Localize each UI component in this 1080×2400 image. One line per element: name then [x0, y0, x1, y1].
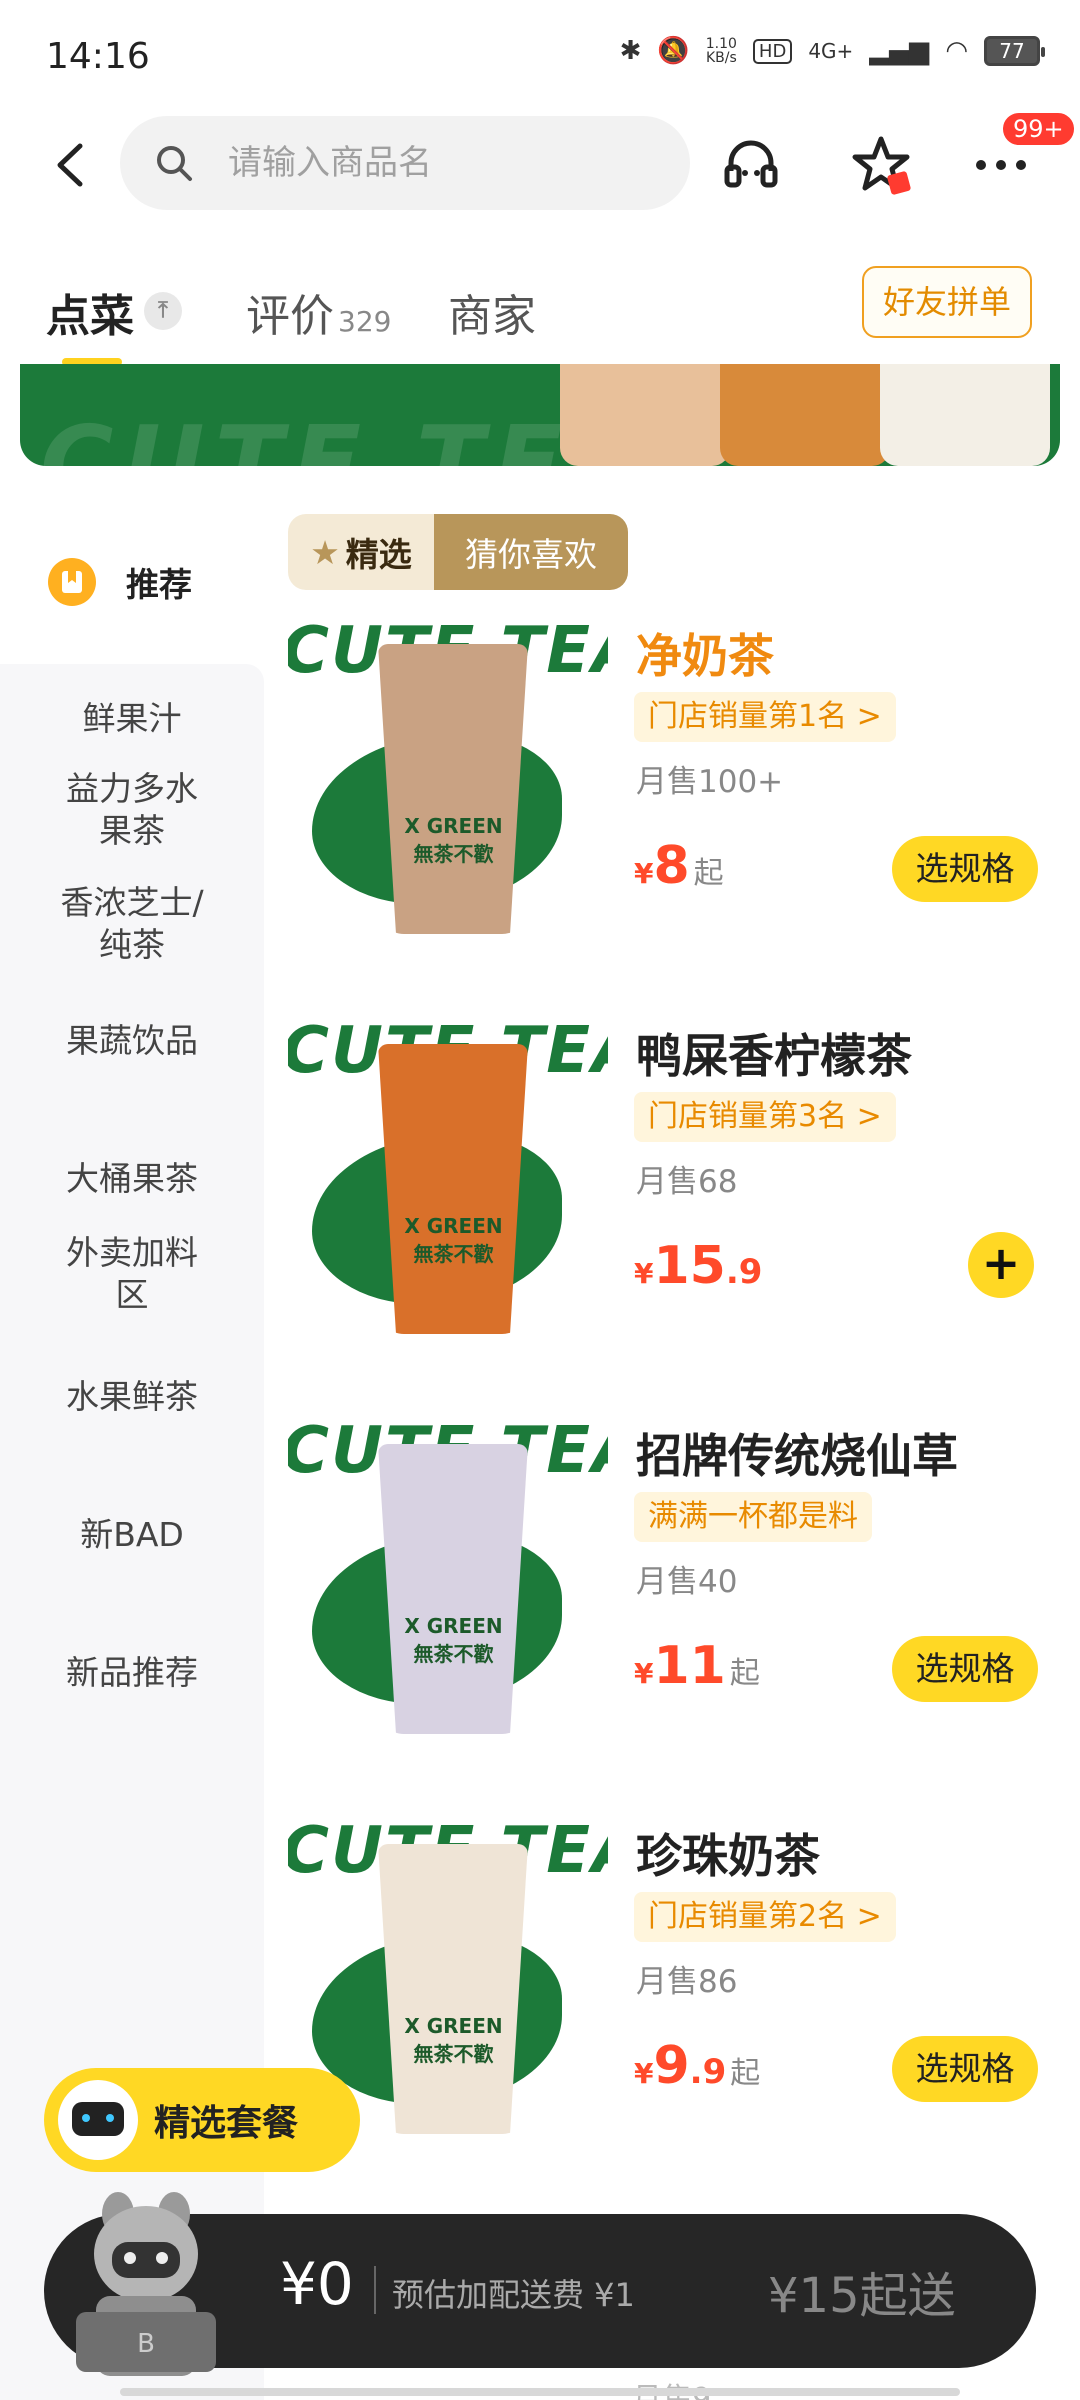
cup-label: X GREEN 無茶不歡: [404, 1214, 503, 1266]
product-tag[interactable]: 门店销量第2名 >: [634, 1892, 896, 1942]
product-name: 珍珠奶茶: [636, 1829, 820, 1883]
cup-shape: [378, 1844, 528, 2134]
robot-icon: [58, 2080, 138, 2160]
promo-banner[interactable]: CUTE TEA: [20, 364, 1060, 466]
customer-service-icon: [724, 140, 778, 188]
cup-label: X GREEN 無茶不歡: [404, 1614, 503, 1666]
combo-button[interactable]: 精选套餐: [44, 2068, 360, 2172]
delivery-fee: 预估加配送费 ¥1: [392, 2276, 635, 2314]
cup-shape: [378, 1444, 528, 1734]
product-card[interactable]: CUTE TEA X GREEN無茶不歡 珍珠奶茶 门店销量第2名 > 月售86…: [288, 1814, 1058, 2214]
battery-icon: 77: [984, 36, 1045, 66]
sidebar-item[interactable]: 益力多水 果茶: [0, 768, 264, 852]
friend-order-button[interactable]: 好友拼单: [862, 266, 1032, 338]
product-sold: 月售100+: [636, 764, 784, 800]
select-spec-button[interactable]: 选规格: [892, 2036, 1038, 2102]
recommend-icon: [48, 558, 96, 606]
product-card[interactable]: CUTE TEA X GREEN無茶不歡 净奶茶 门店销量第1名 > 月售100…: [288, 614, 1058, 1014]
cart-total: ¥0: [280, 2250, 354, 2318]
sidebar-item-recommend[interactable]: 推荐: [0, 500, 264, 664]
select-spec-button[interactable]: 选规格: [892, 836, 1038, 902]
cup-label: X GREEN 無茶不歡: [404, 2014, 503, 2066]
select-spec-button[interactable]: 选规格: [892, 1636, 1038, 1702]
min-order: ¥15起送: [768, 2268, 956, 2324]
sidebar-item[interactable]: 鲜果汁: [0, 698, 264, 740]
combo-label: 精选套餐: [154, 2103, 299, 2144]
product-price: ¥15.9: [634, 1236, 763, 1296]
status-time: 14:16: [46, 36, 150, 77]
back-icon: [57, 143, 83, 187]
tab-merchant[interactable]: 商家: [448, 280, 536, 344]
product-price: ¥11 起: [634, 1636, 760, 1696]
sidebar-item[interactable]: 新BAD: [0, 1514, 264, 1556]
cup-shape: [378, 1044, 528, 1334]
banner-cup-image: [560, 364, 730, 466]
mute-icon: 🔕: [657, 36, 690, 66]
wifi-icon: ◠: [945, 36, 968, 66]
sidebar-item[interactable]: 外卖加料区: [0, 1232, 264, 1316]
banner-cup-image: [880, 364, 1050, 466]
back-button[interactable]: [50, 140, 100, 190]
sidebar-item[interactable]: 果蔬饮品: [0, 1020, 264, 1062]
customer-service-button[interactable]: [716, 130, 786, 200]
product-tag[interactable]: 门店销量第1名 >: [634, 692, 896, 742]
product-image[interactable]: CUTE TEA X GREEN無茶不歡: [288, 614, 608, 934]
product-card[interactable]: CUTE TEA X GREEN無茶不歡 鸭屎香柠檬茶 门店销量第3名 > 月售…: [288, 1014, 1058, 1414]
star-icon: ★: [310, 532, 340, 572]
product-name: 招牌传统烧仙草: [636, 1429, 958, 1483]
product-card[interactable]: CUTE TEA X GREEN無茶不歡 招牌传统烧仙草 满满一杯都是料 月售4…: [288, 1414, 1058, 1814]
featured-tab-selected[interactable]: ★ 精选: [288, 514, 434, 590]
svg-text:B: B: [137, 2329, 155, 2359]
product-name: 鸭屎香柠檬茶: [636, 1029, 912, 1083]
sidebar-item[interactable]: 新品推荐: [0, 1652, 264, 1694]
bluetooth-icon: ✱: [619, 36, 642, 66]
sidebar-item[interactable]: 大桶果茶: [0, 1158, 264, 1200]
sidebar-item[interactable]: 香浓芝士/纯茶: [0, 882, 264, 966]
product-name: 净奶茶: [636, 629, 774, 683]
status-bar: 14:16 ✱ 🔕 1.10 KB/s HD 4G+ ▂▄▆ ◠ 77: [0, 0, 1080, 110]
guess-you-like-tab[interactable]: 猜你喜欢: [434, 514, 628, 590]
product-sold: 月售68: [636, 1164, 738, 1200]
collapse-up-icon[interactable]: ⤒: [144, 292, 182, 330]
product-sold: 月售86: [636, 1964, 738, 2000]
cart-mascot-icon[interactable]: B: [56, 2184, 236, 2380]
search-input[interactable]: [228, 143, 608, 183]
search-icon: [157, 146, 192, 181]
top-nav: 99+: [0, 110, 1080, 220]
cup-label: X GREEN 無茶不歡: [404, 814, 503, 866]
product-tag[interactable]: 满满一杯都是料: [634, 1492, 872, 1542]
tab-reviews[interactable]: 评价 329: [246, 280, 391, 344]
product-sold: 月售40: [636, 1564, 738, 1600]
signal-icon: ▂▄▆: [869, 36, 930, 66]
product-tag[interactable]: 门店销量第3名 >: [634, 1092, 896, 1142]
favorite-button[interactable]: [846, 130, 916, 200]
home-indicator: [120, 2388, 960, 2396]
more-icon: [976, 160, 1026, 170]
net-speed: 1.10 KB/s: [705, 36, 737, 66]
product-image[interactable]: CUTE TEA X GREEN無茶不歡: [288, 1014, 608, 1334]
sidebar-item[interactable]: 水果鲜茶: [0, 1376, 264, 1418]
search-box[interactable]: [120, 116, 690, 210]
network-icon: 4G+: [808, 39, 854, 63]
product-price: ¥9.9 起: [634, 2036, 761, 2096]
status-icons: ✱ 🔕 1.10 KB/s HD 4G+ ▂▄▆ ◠ 77: [619, 36, 1045, 66]
cup-shape: [378, 644, 528, 934]
tab-order[interactable]: 点菜 ⤒: [46, 280, 182, 344]
star-icon: [852, 136, 911, 195]
more-badge: 99+: [1000, 110, 1077, 148]
cart-divider: [374, 2266, 376, 2314]
product-image[interactable]: CUTE TEA X GREEN無茶不歡: [288, 1414, 608, 1734]
hd-icon: HD: [752, 38, 793, 64]
banner-cup-image: [720, 364, 890, 466]
product-price: ¥8 起: [634, 836, 724, 896]
next-item-sold-partial: 月售9: [632, 2374, 711, 2400]
featured-tab[interactable]: ★ 精选 猜你喜欢: [288, 514, 628, 590]
add-to-cart-button[interactable]: +: [968, 1232, 1034, 1298]
